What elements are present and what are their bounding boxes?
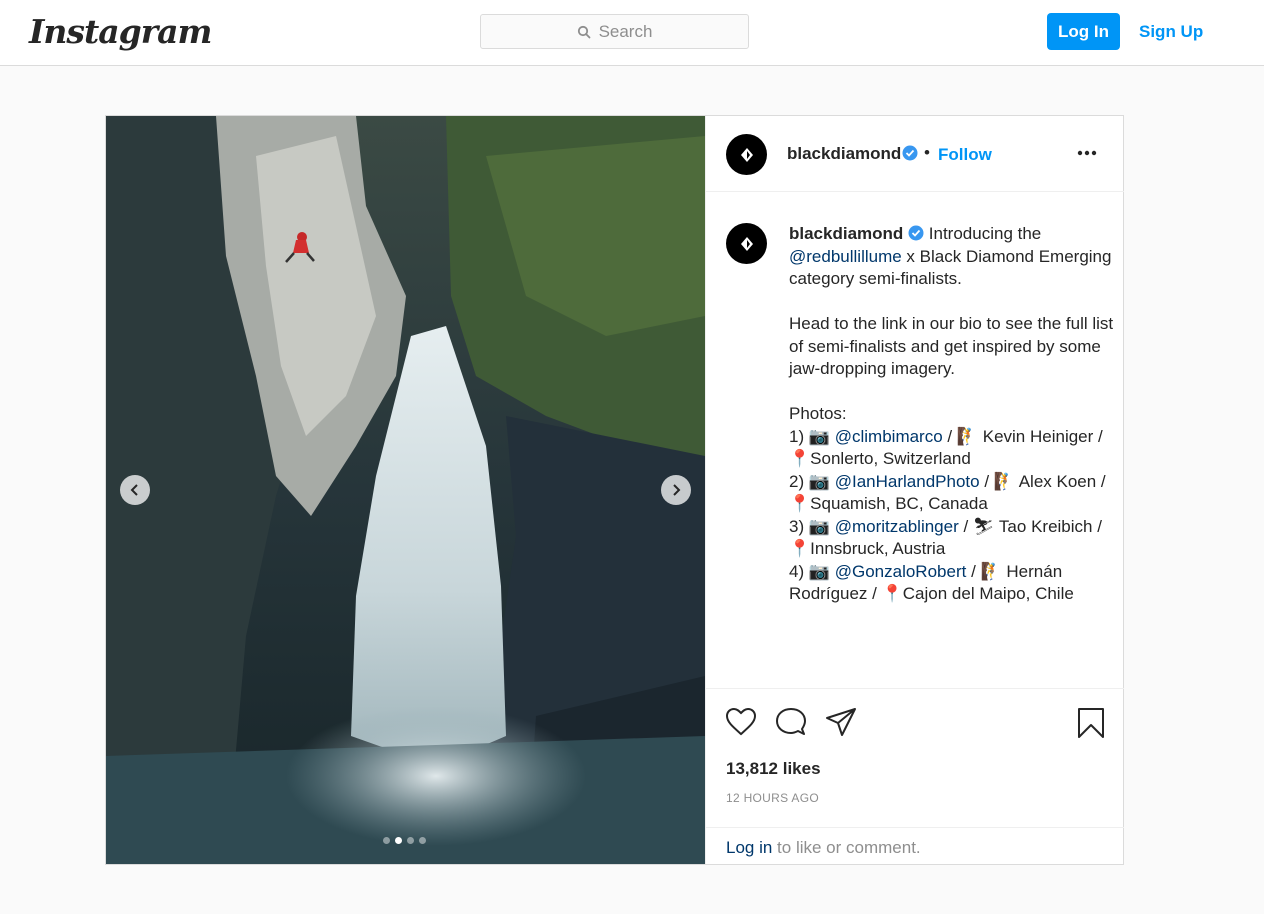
chevron-right-icon (673, 484, 681, 496)
heart-icon[interactable] (725, 707, 757, 737)
login-prompt: Log in to like or comment. (706, 827, 1124, 865)
post-sidebar: blackdiamond • Follow blackdiamond Intro… (705, 116, 1124, 864)
comment-icon[interactable] (775, 707, 807, 737)
mention-link[interactable]: @GonzaloRobert (835, 562, 967, 581)
caption-segment: x Black Diamond Emerging category semi-f… (789, 246, 1114, 446)
carousel-prev-button[interactable] (120, 475, 150, 505)
instagram-logo[interactable]: Instagram (29, 12, 212, 51)
carousel-dot-active (395, 837, 402, 844)
carousel-dot (419, 837, 426, 844)
search-placeholder: Search (598, 21, 653, 41)
waterfall-photo (106, 116, 705, 864)
mention-link[interactable]: @moritzablinger (835, 517, 959, 536)
verified-badge-icon (902, 145, 918, 161)
caption-text: blackdiamond Introducing the @redbullill… (789, 223, 1114, 606)
mention-link[interactable]: @redbullillume (789, 247, 902, 266)
carousel-next-button[interactable] (661, 475, 691, 505)
signup-button[interactable]: Sign Up (1133, 13, 1209, 50)
avatar[interactable] (726, 223, 767, 264)
search-input[interactable]: Search (480, 14, 749, 49)
diamond-logo-icon (740, 236, 753, 251)
post-header: blackdiamond • Follow (706, 116, 1124, 192)
mention-link[interactable]: @IanHarlandPhoto (835, 472, 980, 491)
post-actions: 13,812 likes 12 HOURS AGO Log in to like… (706, 688, 1124, 864)
mention-link[interactable]: @climbimarco (835, 427, 943, 446)
likes-count[interactable]: 13,812 likes (726, 759, 821, 779)
more-options-icon[interactable] (1077, 150, 1097, 156)
chevron-left-icon (130, 484, 138, 496)
post-timestamp: 12 HOURS AGO (726, 791, 819, 805)
verified-badge-icon (908, 225, 924, 241)
caption-area: blackdiamond Introducing the @redbullill… (706, 193, 1124, 687)
username-link[interactable]: blackdiamond (787, 144, 901, 164)
follow-button[interactable]: Follow (938, 145, 992, 165)
login-prompt-text: to like or comment. (772, 838, 921, 857)
paper-plane-icon[interactable] (825, 707, 857, 737)
login-link[interactable]: Log in (726, 838, 772, 857)
post-image[interactable] (106, 116, 705, 864)
login-button[interactable]: Log In (1047, 13, 1120, 50)
diamond-logo-icon (740, 147, 753, 162)
carousel-indicator (383, 837, 426, 844)
search-icon (577, 25, 590, 38)
separator-dot: • (924, 143, 930, 162)
bookmark-icon[interactable] (1077, 707, 1105, 739)
caption-username[interactable]: blackdiamond (789, 224, 903, 243)
avatar[interactable] (726, 134, 767, 175)
carousel-dot (407, 837, 414, 844)
post-card: blackdiamond • Follow blackdiamond Intro… (105, 115, 1124, 865)
caption-intro: Introducing the (928, 224, 1042, 243)
top-nav: Instagram Search Log In Sign Up (0, 0, 1264, 66)
carousel-dot (383, 837, 390, 844)
